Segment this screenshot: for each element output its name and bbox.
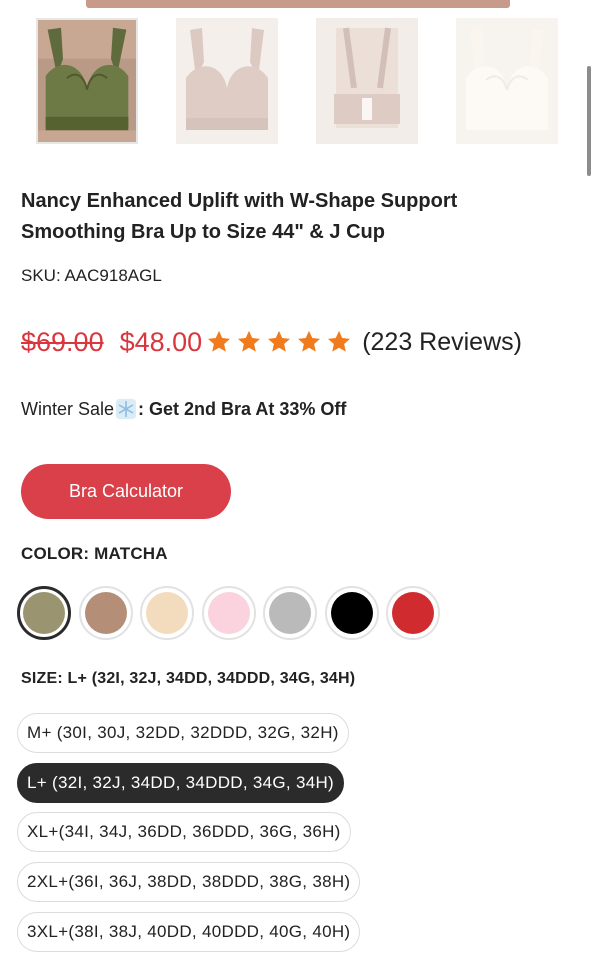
price-row: $69.00 $48.00 (223 Reviews)	[21, 322, 522, 362]
color-swatch-beige[interactable]	[140, 586, 194, 640]
bra-calculator-button[interactable]: Bra Calculator	[21, 464, 231, 519]
color-swatch-grey[interactable]	[263, 586, 317, 640]
color-swatch-red[interactable]	[386, 586, 440, 640]
color-swatch-matcha[interactable]	[17, 586, 71, 640]
color-swatch-black[interactable]	[324, 586, 379, 640]
color-swatch-fill	[23, 592, 65, 634]
color-swatch-fill	[207, 592, 250, 634]
thumbnail-mocha[interactable]	[176, 18, 278, 144]
thumbnail-matcha[interactable]	[36, 18, 138, 144]
reviews-link[interactable]: (223 Reviews)	[362, 328, 522, 357]
size-option[interactable]: 3XL+(38I, 38J, 40DD, 40DDD, 40G, 40H)	[17, 912, 361, 952]
star-icon	[208, 330, 231, 352]
page-scrollbar[interactable]	[587, 66, 591, 176]
size-label: SIZE: L+ (32I, 32J, 34DD, 34DDD, 34G, 34…	[21, 670, 356, 687]
thumbnail-gallery	[0, 14, 595, 146]
star-icon	[268, 330, 291, 352]
size-option[interactable]: XL+(34I, 34J, 36DD, 36DDD, 36G, 36H)	[17, 812, 351, 852]
main-product-image	[86, 0, 510, 8]
thumbnail-back-view[interactable]	[316, 18, 418, 144]
sale-price: $48.00	[119, 326, 203, 357]
star-icon	[328, 330, 351, 352]
promo-label: Winter Sale	[21, 398, 115, 419]
color-swatch-fill	[392, 592, 434, 634]
star-icon	[238, 330, 261, 352]
snowflake-icon	[115, 398, 137, 420]
product-title: Nancy Enhanced Uplift with W-Shape Suppo…	[21, 186, 561, 248]
color-swatch-pink[interactable]	[201, 586, 256, 640]
product-title-line-2: Smoothing Bra Up to Size 44" & J Cup	[21, 221, 385, 243]
color-swatch-fill	[269, 592, 311, 634]
product-sku: SKU: AAC918AGL	[21, 266, 162, 285]
color-label: COLOR: MATCHA	[21, 544, 168, 563]
size-option[interactable]: L+ (32I, 32J, 34DD, 34DDD, 34G, 34H)	[17, 763, 345, 803]
size-option[interactable]: 2XL+(36I, 36J, 38DD, 38DDD, 38G, 38H)	[17, 862, 361, 902]
color-swatch-fill	[330, 592, 373, 634]
star-icon	[298, 330, 321, 352]
color-swatch-fill	[146, 592, 188, 634]
star-rating[interactable]	[204, 328, 354, 356]
color-swatch-mocha[interactable]	[78, 586, 133, 640]
original-price: $69.00	[21, 326, 104, 357]
promo-banner: Winter Sale : Get 2nd Bra At 33% Off	[21, 396, 346, 422]
promo-offer: : Get 2nd Bra At 33% Off	[138, 398, 347, 419]
thumbnail-beige[interactable]	[456, 18, 558, 144]
size-option[interactable]: M+ (30I, 30J, 32DD, 32DDD, 32G, 32H)	[17, 713, 349, 753]
color-swatch-fill	[84, 592, 127, 634]
product-title-line-1: Nancy Enhanced Uplift with W-Shape Suppo…	[21, 190, 458, 212]
